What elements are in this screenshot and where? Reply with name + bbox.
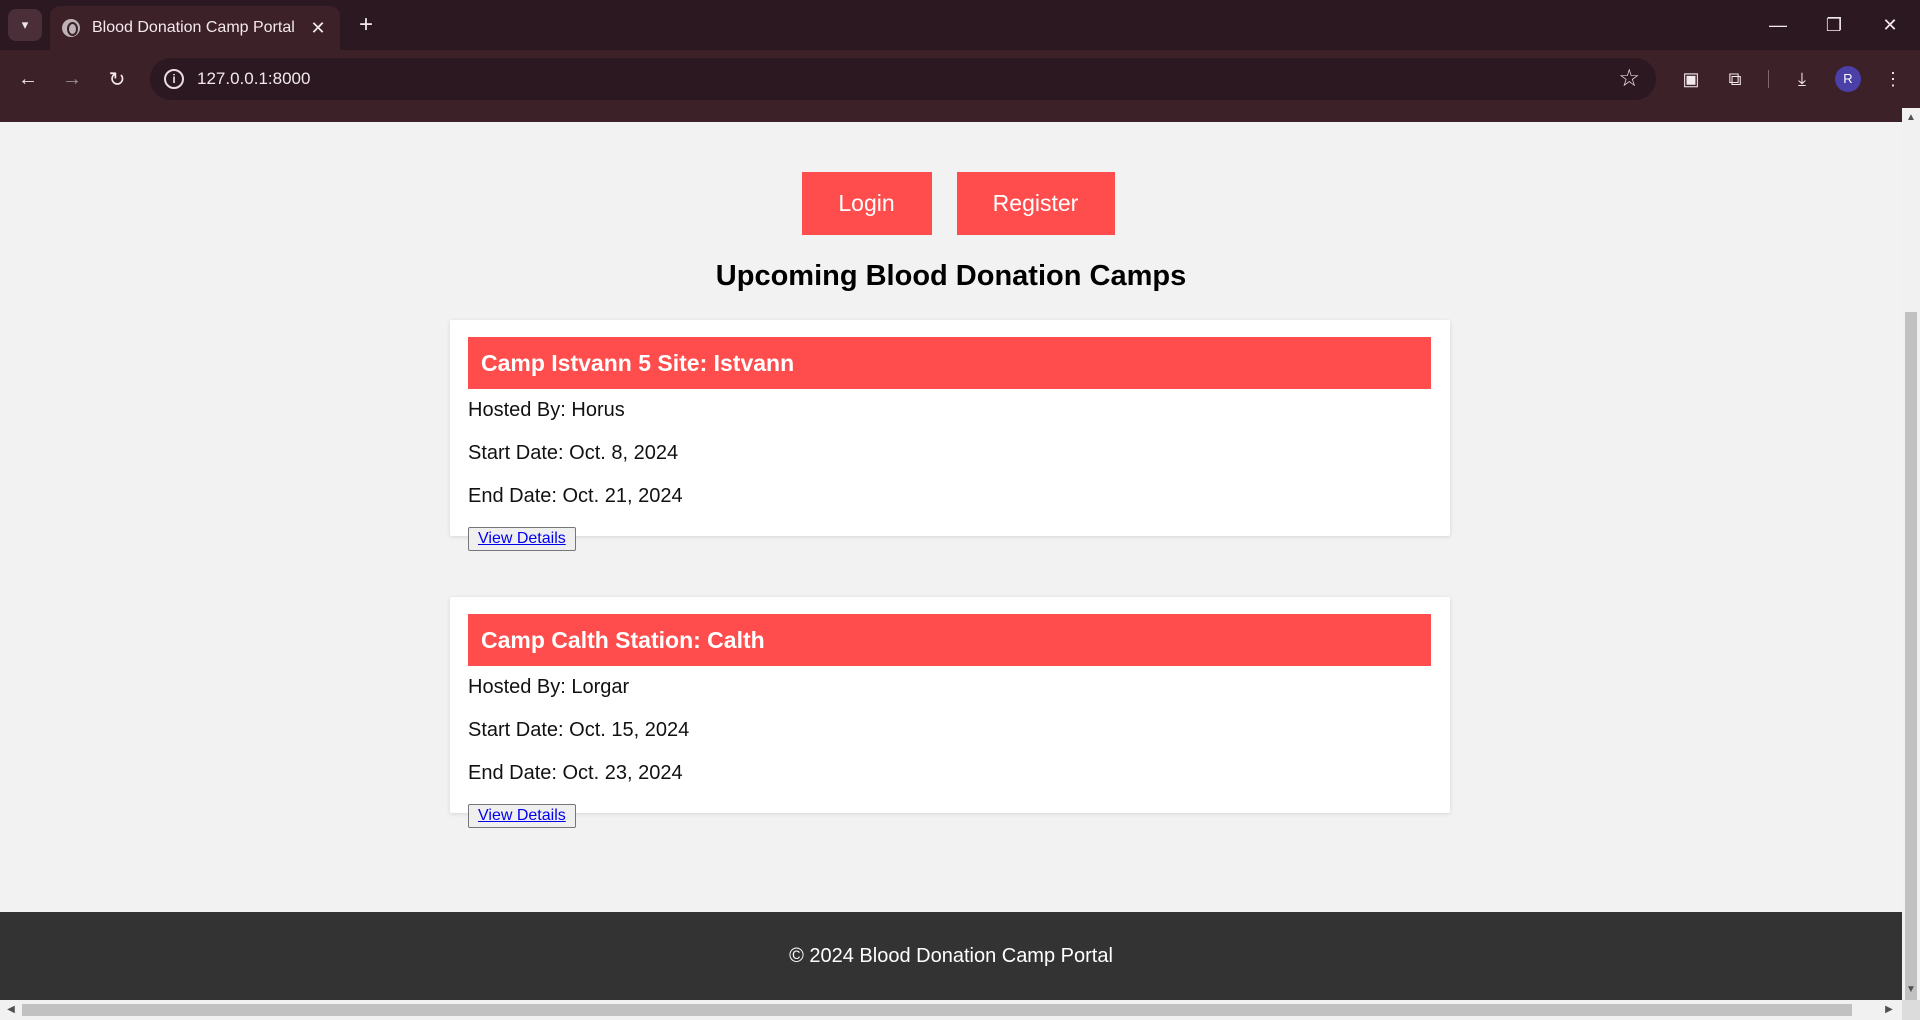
- minimize-icon: —: [1769, 14, 1787, 35]
- downloads-button[interactable]: ⤓: [1786, 63, 1818, 95]
- view-details-button[interactable]: View Details: [468, 804, 576, 828]
- camp-title: Camp Calth Station: Calth: [468, 614, 1431, 666]
- browser-tab-bar: ▾ Blood Donation Camp Portal ✕ + — ❐ ✕: [0, 0, 1920, 50]
- back-button[interactable]: ←: [12, 63, 44, 95]
- globe-icon: [62, 19, 80, 37]
- url-text[interactable]: 127.0.0.1:8000: [197, 69, 310, 89]
- camp-end-date: End Date: Oct. 21, 2024: [468, 485, 683, 507]
- vertical-scroll-thumb[interactable]: [1905, 312, 1917, 1000]
- toolbar-divider: [1768, 70, 1769, 88]
- star-icon[interactable]: ☆: [1618, 64, 1640, 93]
- extensions-button[interactable]: ⧉: [1719, 63, 1751, 95]
- scrollbar-corner: [1902, 1000, 1920, 1020]
- camp-end-date: End Date: Oct. 23, 2024: [468, 762, 683, 784]
- media-button[interactable]: ▣: [1675, 63, 1707, 95]
- horizontal-scroll-thumb[interactable]: [22, 1004, 1852, 1016]
- page-footer: © 2024 Blood Donation Camp Portal: [0, 912, 1902, 1000]
- camp-title: Camp Istvann 5 Site: Istvann: [468, 337, 1431, 389]
- camp-host: Hosted By: Lorgar: [468, 676, 630, 698]
- restore-button[interactable]: ❐: [1806, 0, 1862, 50]
- puzzle-icon: ⧉: [1728, 68, 1742, 89]
- tab-title: Blood Donation Camp Portal: [92, 19, 295, 36]
- browser-toolbar: ← → ↻ i 127.0.0.1:8000 ☆ ▣ ⧉ ⤓ R ⋮: [0, 50, 1920, 108]
- camp-card: Camp Calth Station: Calth Hosted By: Lor…: [450, 597, 1450, 828]
- vertical-scrollbar[interactable]: ▲ ▼: [1902, 108, 1920, 1000]
- scroll-down-icon[interactable]: ▼: [1902, 982, 1920, 998]
- camp-start-date: Start Date: Oct. 15, 2024: [468, 719, 690, 741]
- info-icon[interactable]: i: [164, 69, 184, 89]
- plus-icon: +: [358, 11, 373, 38]
- address-bar[interactable]: i 127.0.0.1:8000 ☆: [150, 58, 1656, 100]
- forward-button[interactable]: →: [56, 63, 88, 95]
- arrow-left-icon: ←: [18, 67, 38, 90]
- view-details-button[interactable]: View Details: [468, 527, 576, 551]
- auth-nav: Login Register: [0, 172, 1902, 235]
- reload-icon: ↻: [108, 68, 126, 91]
- horizontal-scrollbar[interactable]: ◀ ▶: [0, 1000, 1902, 1020]
- register-button[interactable]: Register: [956, 172, 1115, 235]
- new-tab-button[interactable]: +: [352, 11, 380, 39]
- close-icon[interactable]: ✕: [306, 18, 330, 39]
- login-button[interactable]: Login: [801, 172, 932, 235]
- scroll-up-icon[interactable]: ▲: [1902, 110, 1920, 126]
- tab-search-button[interactable]: ▾: [8, 9, 42, 41]
- scroll-left-icon[interactable]: ◀: [2, 1000, 20, 1020]
- reload-button[interactable]: ↻: [101, 63, 133, 95]
- media-icon: ▣: [1682, 68, 1700, 89]
- profile-avatar[interactable]: R: [1835, 66, 1861, 92]
- download-icon: ⤓: [1798, 68, 1806, 89]
- minimize-button[interactable]: —: [1750, 0, 1806, 50]
- chevron-down-icon: ▾: [21, 17, 29, 32]
- page-viewport: Login Register Upcoming Blood Donation C…: [0, 122, 1902, 1000]
- restore-icon: ❐: [1825, 14, 1843, 35]
- browser-tab[interactable]: Blood Donation Camp Portal ✕: [50, 6, 340, 50]
- camp-start-date: Start Date: Oct. 8, 2024: [468, 442, 679, 464]
- arrow-right-icon: →: [62, 67, 82, 90]
- scroll-right-icon[interactable]: ▶: [1880, 1000, 1898, 1020]
- page-top-edge: [0, 108, 1902, 122]
- browser-menu-button[interactable]: ⋮: [1877, 63, 1909, 95]
- page-title: Upcoming Blood Donation Camps: [715, 260, 1187, 292]
- close-icon: ✕: [1882, 14, 1898, 35]
- camp-card: Camp Istvann 5 Site: Istvann Hosted By: …: [450, 320, 1450, 551]
- camp-host: Hosted By: Horus: [468, 399, 625, 421]
- close-window-button[interactable]: ✕: [1862, 0, 1918, 50]
- kebab-menu-icon: ⋮: [1884, 68, 1902, 89]
